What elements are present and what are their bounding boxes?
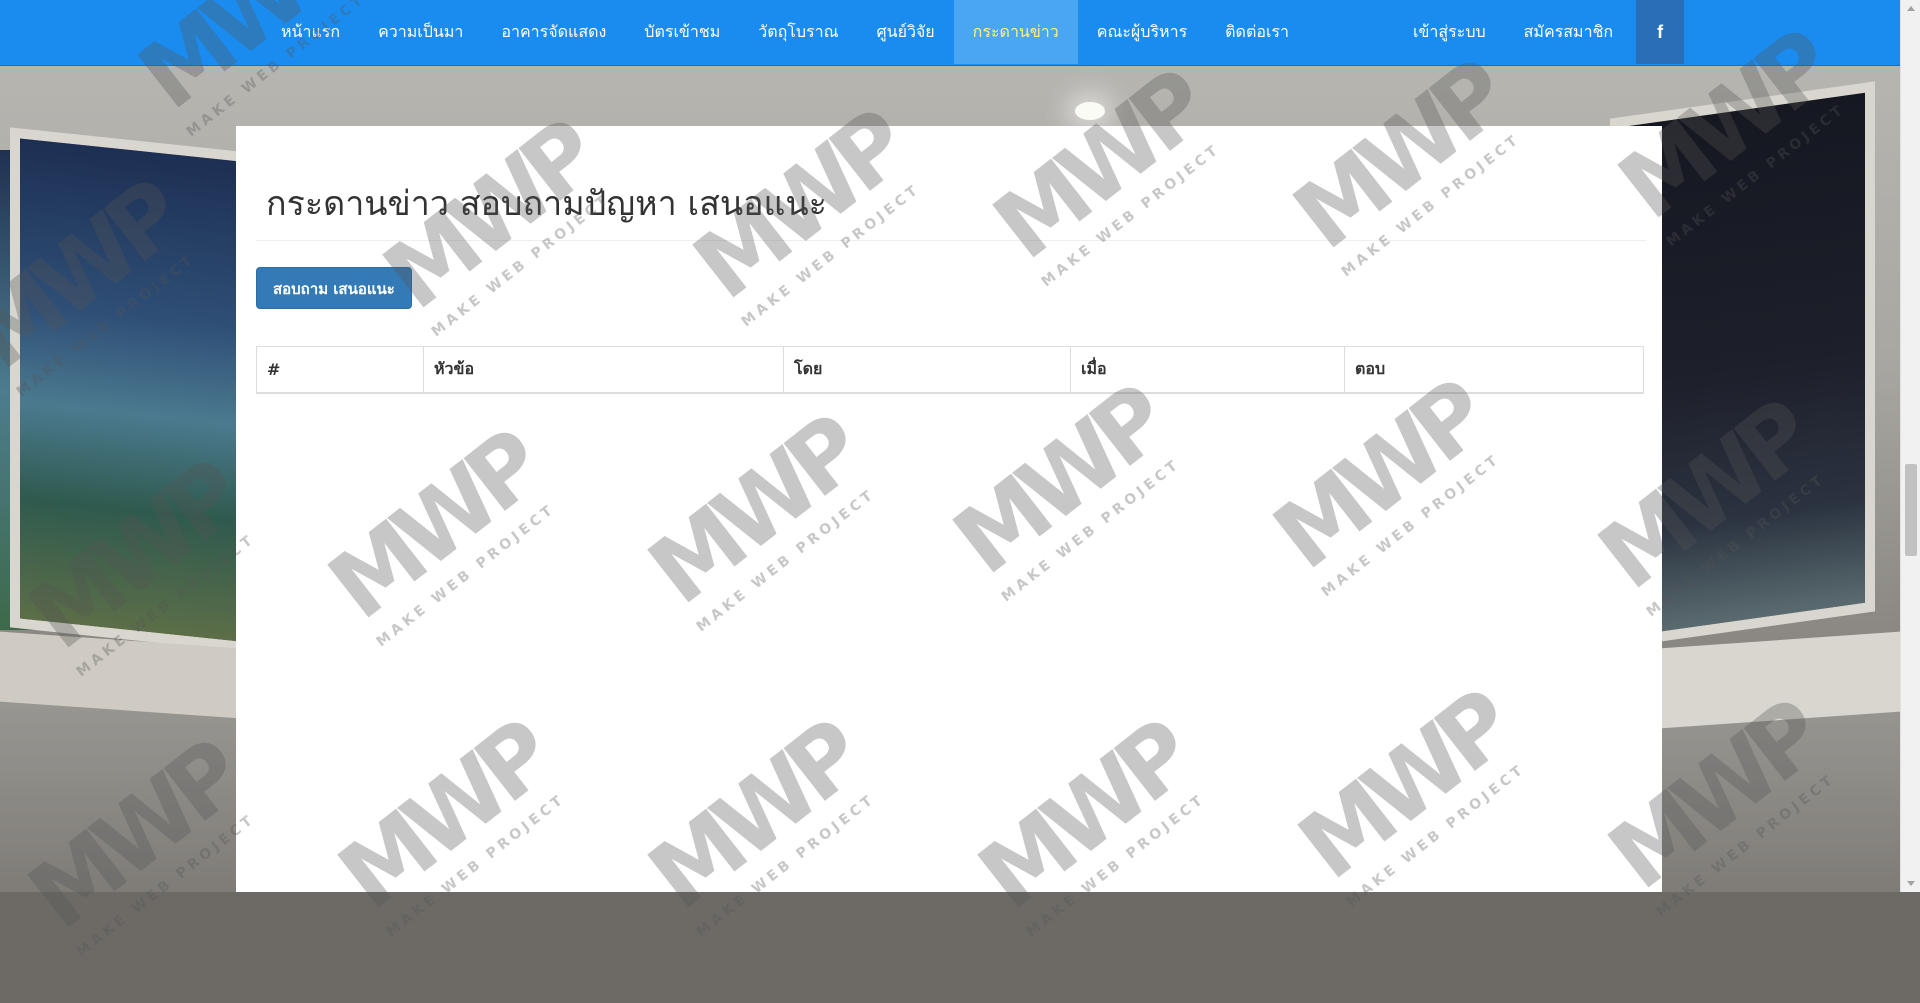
vertical-scrollbar[interactable] <box>1900 0 1920 892</box>
webboard-panel: กระดานข่าว สอบถามปัญหา เสนอแนะ สอบถาม เส… <box>236 126 1662 892</box>
nav-item-exhibition-building[interactable]: อาคารจัดแสดง <box>482 0 625 64</box>
scroll-down-arrow-icon[interactable] <box>1907 881 1915 886</box>
facebook-icon[interactable]: f <box>1636 0 1685 64</box>
table-header-row: # หัวข้อ โดย เมื่อ ตอบ <box>256 346 1644 394</box>
nav-item-webboard[interactable]: กระดานข่าว <box>953 0 1078 64</box>
column-header-number[interactable]: # <box>256 346 424 394</box>
background-right-shelf <box>1660 631 1900 729</box>
nav-item-home[interactable]: หน้าแรก <box>262 0 359 64</box>
nav-main-links: หน้าแรก ความเป็นมา อาคารจัดแสดง บัตรเข้า… <box>262 0 1308 66</box>
register-link[interactable]: สมัครสมาชิก <box>1505 0 1632 64</box>
column-header-when[interactable]: เมื่อ <box>1070 346 1345 394</box>
background-ceiling-light <box>1075 102 1105 120</box>
ask-question-button[interactable]: สอบถาม เสนอแนะ <box>256 267 412 309</box>
login-link[interactable]: เข้าสู่ระบบ <box>1394 0 1505 64</box>
nav-item-history[interactable]: ความเป็นมา <box>359 0 482 64</box>
column-header-topic[interactable]: หัวข้อ <box>423 346 784 394</box>
nav-item-research-center[interactable]: ศูนย์วิจัย <box>857 0 953 64</box>
background-left-artwork <box>20 138 240 642</box>
scroll-up-arrow-icon[interactable] <box>1907 6 1915 11</box>
top-navbar: หน้าแรก ความเป็นมา อาคารจัดแสดง บัตรเข้า… <box>0 0 1900 66</box>
scroll-thumb[interactable] <box>1905 464 1917 556</box>
nav-item-contact[interactable]: ติดต่อเรา <box>1206 0 1308 64</box>
nav-account-links: เข้าสู่ระบบ สมัครสมาชิก f <box>1394 0 1685 66</box>
nav-item-antiques[interactable]: วัตถุโบราณ <box>739 0 857 64</box>
title-divider <box>256 240 1646 241</box>
column-header-by[interactable]: โดย <box>783 346 1071 394</box>
nav-item-executives[interactable]: คณะผู้บริหาร <box>1078 0 1206 64</box>
column-header-replies[interactable]: ตอบ <box>1344 346 1644 394</box>
nav-item-tickets[interactable]: บัตรเข้าชม <box>625 0 739 64</box>
webboard-table: # หัวข้อ โดย เมื่อ ตอบ <box>256 346 1644 394</box>
page-title: กระดานข่าว สอบถามปัญหา เสนอแนะ <box>266 184 827 224</box>
